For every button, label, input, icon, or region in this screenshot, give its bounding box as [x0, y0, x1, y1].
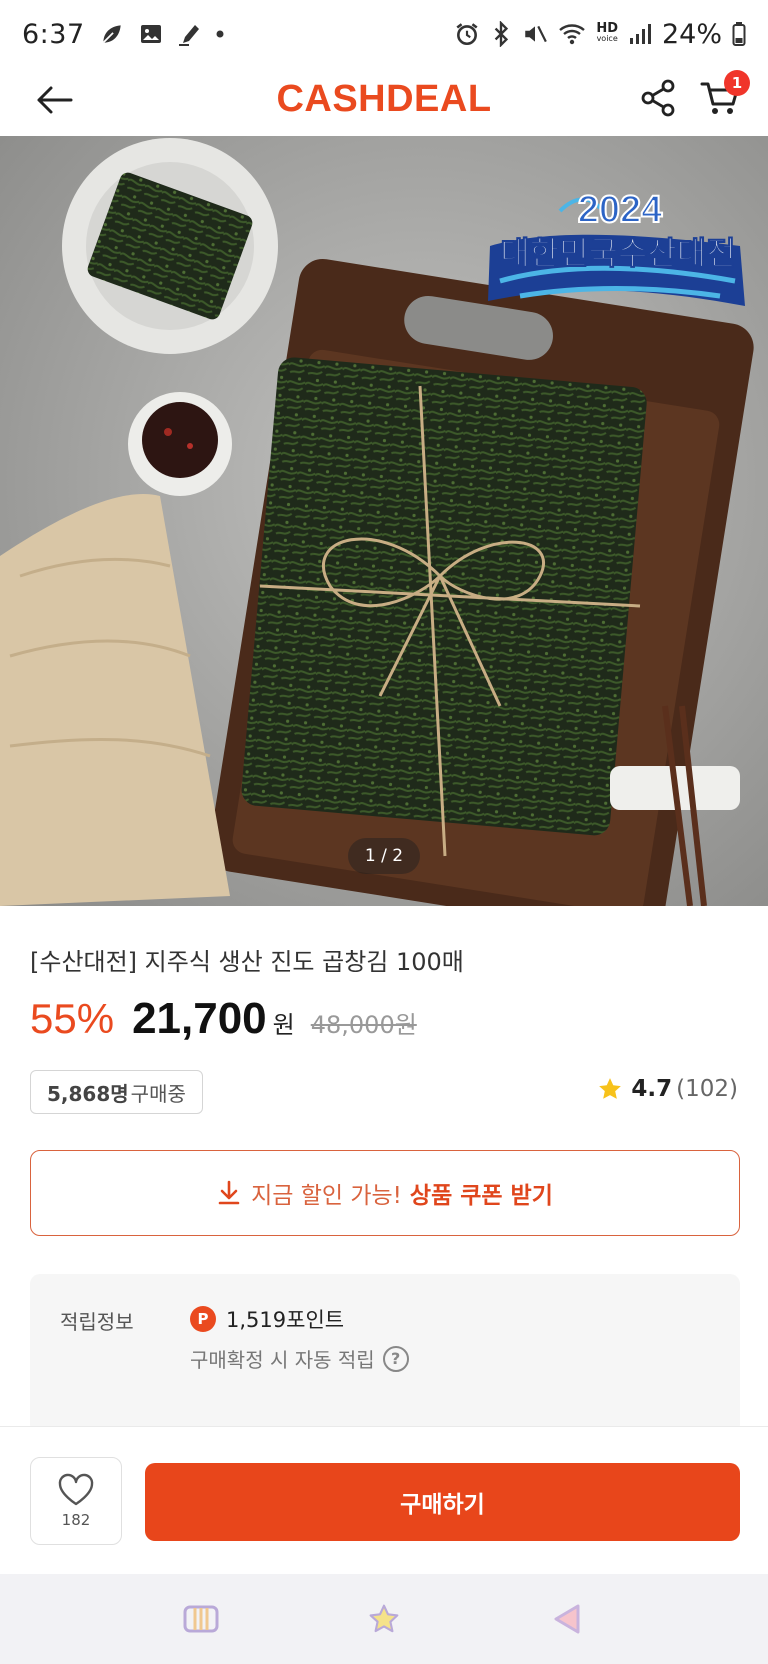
pen-icon [177, 21, 201, 47]
back-nav-button[interactable] [537, 1594, 597, 1644]
share-button[interactable] [636, 74, 680, 122]
like-count: 182 [61, 1511, 91, 1529]
download-icon [217, 1180, 241, 1206]
mute-icon [522, 21, 548, 47]
points-label: 적립정보 [60, 1310, 134, 1334]
coupon-prefix: 지금 할인 가능! [251, 1183, 402, 1209]
star-icon [599, 1078, 622, 1099]
points-value-row: P 1,519포인트 [190, 1304, 344, 1334]
heart-icon [58, 1473, 94, 1506]
rating-score: 4.7 [631, 1076, 673, 1102]
currency-unit: 원 [272, 1011, 295, 1039]
product-title: [수산대전] 지주식 생산 진도 곱창김 100매 [30, 948, 464, 976]
status-time: 6:37 [22, 18, 85, 50]
buyers-badge: 5,868명 구매중 [30, 1070, 203, 1114]
point-icon: P [190, 1306, 216, 1332]
price-row: 55% 21,700 원 48,000원 [30, 994, 417, 1044]
bluetooth-icon [490, 21, 512, 47]
recent-apps-button[interactable] [171, 1594, 231, 1644]
wifi-icon [558, 22, 586, 46]
svg-text:2024: 2024 [578, 189, 663, 231]
notification-dot-icon [215, 29, 225, 39]
alarm-icon [454, 21, 480, 47]
back-triangle-icon [554, 1604, 580, 1634]
hd-voice-icon: HD voice [596, 21, 618, 43]
bottom-action-bar: 182 구매하기 [0, 1426, 768, 1574]
share-icon [641, 79, 675, 117]
home-button[interactable] [354, 1594, 414, 1644]
buy-button[interactable]: 구매하기 [145, 1463, 740, 1541]
product-rating[interactable]: 4.7 (102) [597, 1076, 738, 1102]
sale-price: 21,700 [132, 994, 267, 1043]
points-amount: 1,519포인트 [226, 1308, 345, 1332]
gallery-pager: 1 / 2 [348, 838, 420, 874]
cart-button[interactable]: 1 [694, 70, 750, 124]
app-header: CASHDEAL 1 [0, 68, 768, 136]
get-coupon-button[interactable]: 지금 할인 가능! 상품 쿠폰 받기 [30, 1150, 740, 1236]
original-price: 48,000원 [310, 1011, 417, 1039]
battery-percent: 24% [661, 18, 722, 50]
help-icon[interactable]: ? [382, 1345, 409, 1372]
leaf-icon [99, 21, 125, 47]
recent-apps-icon [183, 1605, 219, 1633]
status-bar: 6:37 HD voice 24% [0, 0, 768, 68]
system-nav-bar [0, 1574, 768, 1664]
signal-icon [628, 22, 652, 46]
buyers-suffix: 구매중 [130, 1081, 186, 1106]
product-photo: 2024 대한민국수산대전 [0, 136, 768, 906]
points-info: 적립정보 P 1,519포인트 구매확정 시 자동 적립 ? [30, 1274, 740, 1434]
product-image-gallery[interactable]: 2024 대한민국수산대전 [0, 136, 768, 906]
buyers-count: 5,868명 [47, 1081, 129, 1106]
points-note: 구매확정 시 자동 적립 [190, 1348, 375, 1372]
coupon-action: 상품 쿠폰 받기 [409, 1183, 553, 1209]
svg-text:대한민국수산대전: 대한민국수산대전 [500, 234, 736, 272]
gallery-icon [139, 22, 163, 46]
like-button[interactable]: 182 [30, 1457, 122, 1545]
discount-rate: 55% [30, 995, 115, 1042]
cart-count-badge: 1 [724, 70, 750, 96]
battery-icon [732, 21, 746, 47]
review-count: (102) [676, 1076, 738, 1102]
home-star-icon [369, 1604, 399, 1633]
points-note-row: 구매확정 시 자동 적립 ? [190, 1344, 409, 1373]
